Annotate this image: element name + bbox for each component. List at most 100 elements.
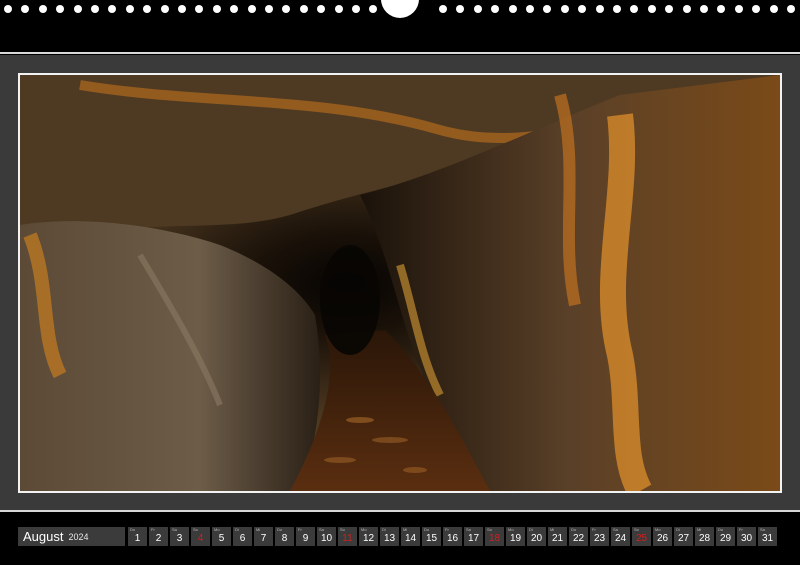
binding-hole — [125, 5, 134, 13]
weekday-label: Sa — [466, 527, 471, 532]
day-cell: So 18 — [485, 527, 504, 546]
weekday-label: Sa — [172, 527, 177, 532]
binding-hole — [230, 5, 239, 13]
binding-hole — [526, 5, 534, 13]
weekday-label: Mo — [361, 527, 367, 532]
day-cell: Fr 9 — [296, 527, 315, 546]
weekday-label: Di — [529, 527, 533, 532]
day-cell: Mo 12 — [359, 527, 378, 546]
binding-hole — [56, 5, 65, 13]
weekday-label: Mo — [655, 527, 661, 532]
binding-hole — [195, 5, 204, 13]
day-cell: Di 27 — [674, 527, 693, 546]
binding-hole — [369, 5, 378, 13]
binding-hole — [717, 5, 726, 13]
month-label: August 2024 — [18, 527, 125, 546]
photo-panel — [0, 55, 800, 510]
weekday-label: Mo — [214, 527, 220, 532]
weekday-label: Fr — [151, 527, 155, 532]
calendar-page: August 2024 Do 1 Fr 2 Sa 3 So 4 Mo 5 Di 6 Mi 7 Do 8 Fr 9 S… — [0, 0, 800, 565]
day-cell: Fr 16 — [443, 527, 462, 546]
hanger-cutout — [381, 0, 419, 18]
day-cell: Do 8 — [275, 527, 294, 546]
binding-hole — [299, 5, 308, 13]
month-year: 2024 — [68, 531, 89, 542]
binding-hole — [508, 5, 517, 13]
weekday-label: Do — [277, 527, 283, 532]
binding-hole — [108, 5, 117, 13]
binding-hole — [439, 5, 447, 13]
day-number: 1 — [134, 533, 141, 544]
day-cell: Fr 30 — [737, 527, 756, 546]
day-cell: Di 6 — [233, 527, 252, 546]
day-cell: Mi 21 — [548, 527, 567, 546]
day-cell: Mi 14 — [401, 527, 420, 546]
day-number: 31 — [761, 533, 774, 544]
day-cell: Mo 5 — [212, 527, 231, 546]
weekday-label: Mi — [550, 527, 555, 532]
binding-hole — [665, 5, 674, 13]
binding-hole — [282, 5, 291, 13]
binding-hole — [560, 5, 569, 13]
weekday-label: Do — [718, 527, 724, 532]
binding-hole — [247, 5, 256, 13]
binding-hole — [630, 5, 639, 13]
binding-hole — [752, 5, 761, 13]
weekday-label: Do — [130, 527, 136, 532]
weekday-label: Fr — [445, 527, 449, 532]
day-number: 13 — [383, 533, 396, 544]
day-number: 12 — [362, 533, 375, 544]
binding-hole — [647, 5, 656, 13]
binding-hole — [317, 5, 326, 13]
weekday-label: Sa — [613, 527, 618, 532]
day-cell: Fr 2 — [149, 527, 168, 546]
day-number: 6 — [239, 533, 246, 544]
day-cell: Di 13 — [380, 527, 399, 546]
binding-hole — [352, 5, 360, 13]
day-number: 30 — [740, 533, 753, 544]
day-cell: So 4 — [191, 527, 210, 546]
weekday-label: Fr — [592, 527, 596, 532]
binding-hole — [613, 5, 621, 13]
binding-hole — [143, 5, 152, 13]
day-cells: Do 1 Fr 2 Sa 3 So 4 Mo 5 Di 6 Mi 7 Do 8 Fr 9 Sa 10 So 11 Mo 12 D… — [128, 527, 777, 546]
binding-hole — [595, 5, 604, 13]
day-cell: So 11 — [338, 527, 357, 546]
day-number: 23 — [593, 533, 606, 544]
weekday-label: Fr — [739, 527, 743, 532]
day-cell: Sa 17 — [464, 527, 483, 546]
day-cell: Do 22 — [569, 527, 588, 546]
day-number: 9 — [302, 533, 309, 544]
day-number: 25 — [635, 533, 648, 544]
weekday-label: Mi — [256, 527, 261, 532]
day-number: 28 — [698, 533, 711, 544]
day-number: 24 — [614, 533, 627, 544]
day-cell: Mo 26 — [653, 527, 672, 546]
weekday-label: Mi — [403, 527, 408, 532]
day-cell: Mo 19 — [506, 527, 525, 546]
binding-hole — [265, 5, 273, 13]
day-number: 20 — [530, 533, 543, 544]
binding-hole — [212, 5, 221, 13]
spiral-binding — [0, 0, 800, 22]
weekday-label: Sa — [760, 527, 765, 532]
day-cell: Fr 23 — [590, 527, 609, 546]
day-number: 21 — [551, 533, 564, 544]
weekday-label: Di — [676, 527, 680, 532]
weekday-label: Do — [571, 527, 577, 532]
binding-hole — [73, 5, 82, 13]
binding-hole — [700, 5, 708, 13]
day-number: 15 — [425, 533, 438, 544]
weekday-label: Mo — [508, 527, 514, 532]
weekday-label: Fr — [298, 527, 302, 532]
day-cell: Sa 10 — [317, 527, 336, 546]
cave-tunnel-photo — [20, 75, 780, 491]
day-cell: Sa 24 — [611, 527, 630, 546]
weekday-label: Do — [424, 527, 430, 532]
day-number: 7 — [260, 533, 267, 544]
binding-hole — [734, 5, 743, 13]
day-number: 29 — [719, 533, 732, 544]
top-divider — [0, 52, 800, 54]
day-cell: Sa 31 — [758, 527, 777, 546]
binding-hole — [456, 5, 465, 13]
